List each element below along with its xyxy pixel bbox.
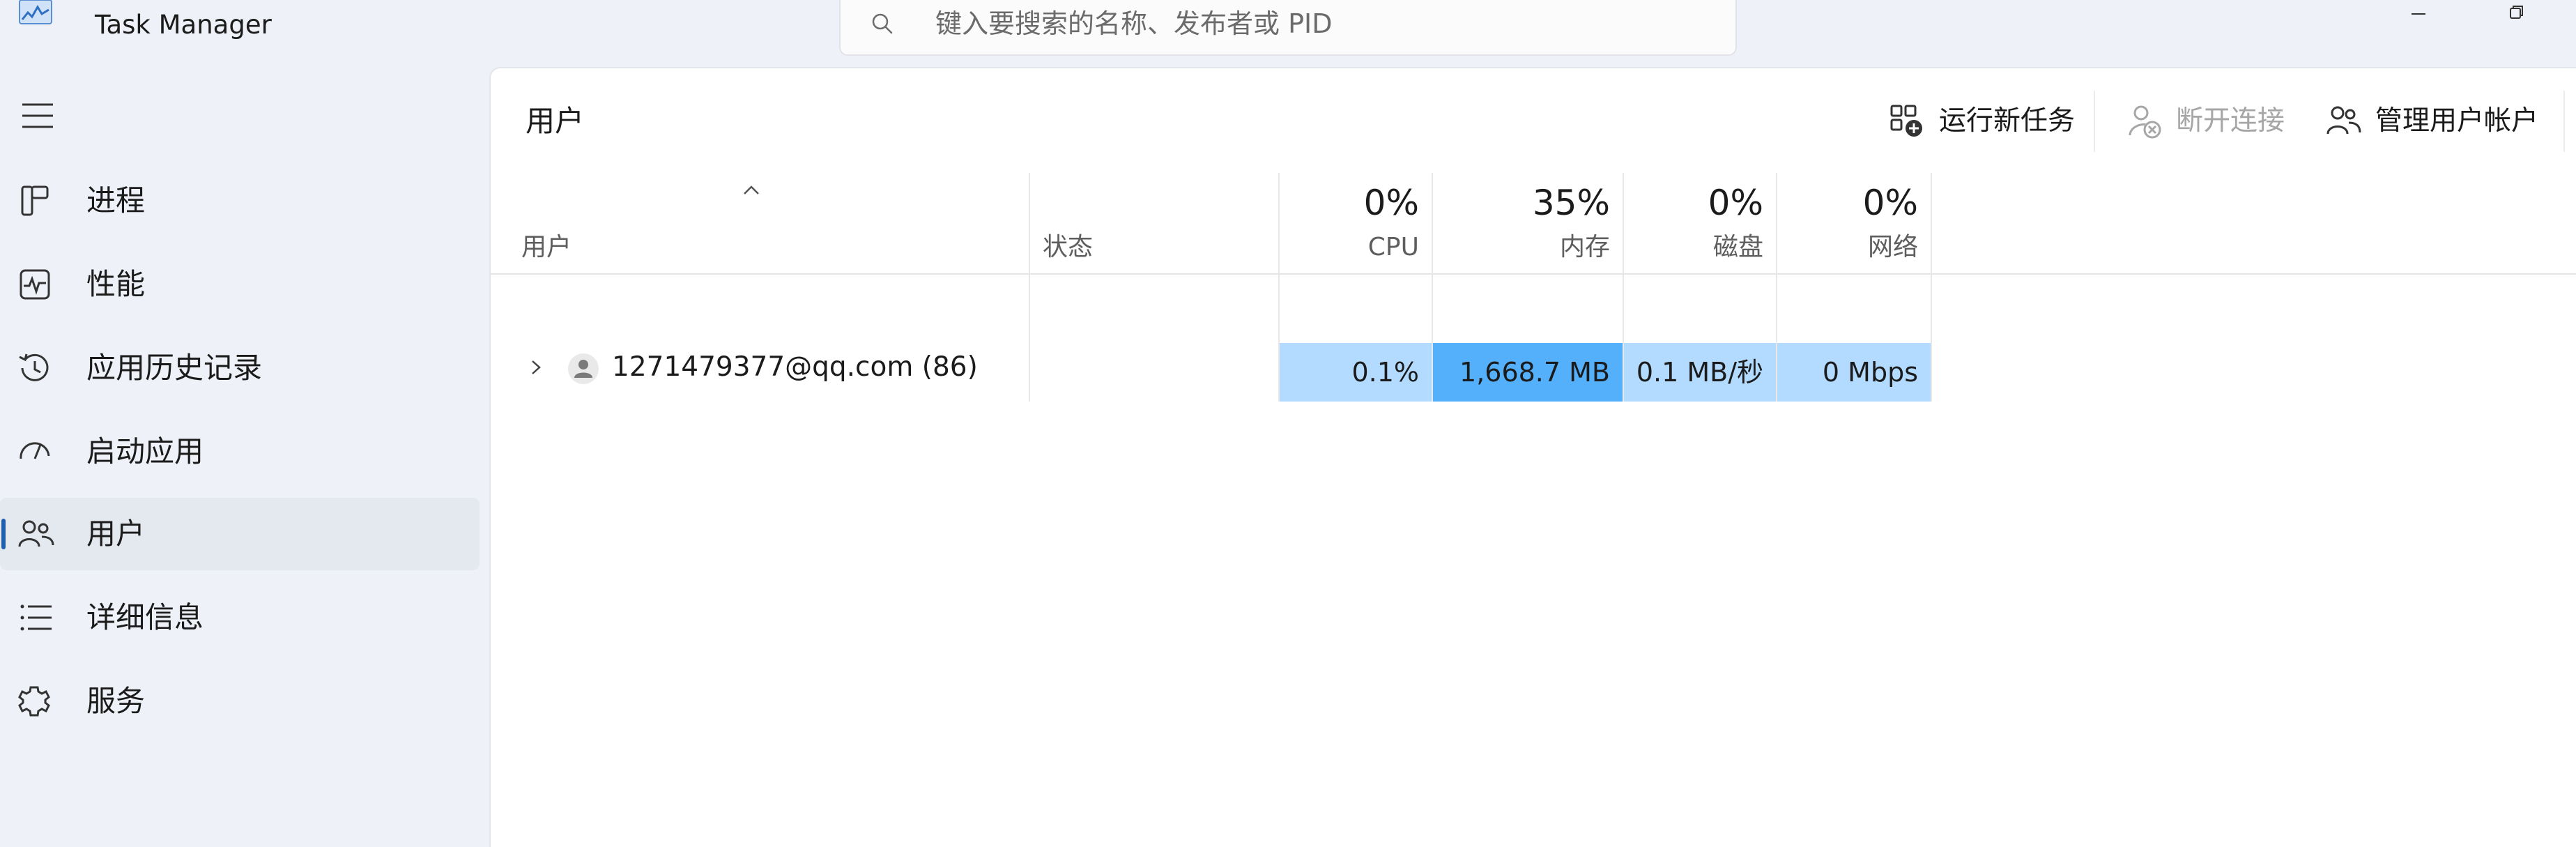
- sidebar-item-label: 详细信息: [86, 600, 204, 634]
- sort-ascending-icon[interactable]: [737, 180, 765, 201]
- run-new-task-label: 运行新任务: [1939, 105, 2076, 137]
- processes-icon: [21, 185, 49, 216]
- minimize-button[interactable]: [2398, 0, 2439, 28]
- sidebar-item-label: 启动应用: [86, 434, 204, 468]
- sidebar-item-label: 进程: [86, 183, 146, 218]
- memory-cell: 1,668.7 MB: [1433, 343, 1623, 402]
- disconnect-button[interactable]: 断开连接: [2126, 96, 2300, 146]
- disk-total-percent: 0%: [1708, 183, 1763, 223]
- network-cell: 0 Mbps: [1777, 343, 1931, 402]
- restore-button[interactable]: [2495, 0, 2537, 28]
- search-input[interactable]: [935, 4, 1702, 43]
- sidebar-item-label: 用户: [86, 517, 146, 551]
- sidebar-item-performance[interactable]: 性能: [0, 248, 480, 321]
- sidebar-item-label: 服务: [86, 684, 146, 718]
- main-panel: 用户 运行新任务 断开连接 管理用户帐户 用户 状态 0% CPU 35% 内存…: [489, 67, 2576, 847]
- column-header-disk[interactable]: 磁盘: [1624, 231, 1763, 264]
- app-title: Task Manager: [95, 10, 272, 40]
- users-icon: [18, 520, 54, 547]
- table-row[interactable]: 1271479377@qq.com (86) 0.1% 1,668.7 MB 0…: [491, 275, 2576, 402]
- toolbar-separator: [2563, 91, 2565, 152]
- network-total-percent: 0%: [1862, 183, 1918, 223]
- column-header-network[interactable]: 网络: [1777, 231, 1918, 264]
- sidebar-item-app-history[interactable]: 应用历史记录: [0, 332, 480, 404]
- sidebar-item-startup-apps[interactable]: 启动应用: [0, 415, 480, 488]
- column-header-status[interactable]: 状态: [1043, 231, 1093, 264]
- memory-total-percent: 35%: [1532, 183, 1610, 223]
- user-name: 1271479377@qq.com (86): [612, 351, 978, 383]
- sidebar-item-details[interactable]: 详细信息: [0, 581, 480, 654]
- sidebar-item-processes[interactable]: 进程: [0, 165, 480, 237]
- task-manager-app-icon: [19, 0, 52, 24]
- active-indicator: [1, 519, 6, 549]
- column-header-memory[interactable]: 内存: [1433, 231, 1610, 264]
- app-history-icon: [19, 353, 49, 381]
- search-icon: [872, 13, 893, 34]
- sidebar-item-services[interactable]: 服务: [0, 665, 480, 738]
- run-new-task-icon: [1890, 105, 1922, 137]
- disconnect-user-icon: [2129, 105, 2161, 139]
- cpu-cell: 0.1%: [1280, 343, 1432, 402]
- chevron-right-icon[interactable]: [526, 357, 546, 378]
- sidebar-item-label: 应用历史记录: [86, 351, 263, 385]
- performance-icon: [20, 269, 50, 300]
- cpu-total-percent: 0%: [1363, 183, 1419, 223]
- run-new-task-button[interactable]: 运行新任务: [1889, 96, 2075, 146]
- disconnect-label: 断开连接: [2176, 105, 2285, 137]
- search-box[interactable]: [839, 0, 1737, 56]
- disk-cell: 0.1 MB/秒: [1624, 343, 1776, 402]
- hamburger-icon[interactable]: [17, 100, 59, 131]
- column-header-cpu[interactable]: CPU: [1280, 231, 1419, 264]
- sidebar-item-users[interactable]: 用户: [0, 498, 480, 570]
- sidebar-item-label: 性能: [86, 267, 146, 301]
- manage-user-accounts-label: 管理用户帐户: [2375, 105, 2539, 137]
- column-header-user[interactable]: 用户: [521, 231, 572, 264]
- user-avatar-icon: [568, 353, 599, 384]
- page-title: 用户: [526, 104, 585, 138]
- manage-users-icon: [2326, 106, 2361, 135]
- toolbar-separator: [2094, 91, 2095, 152]
- manage-user-accounts-button[interactable]: 管理用户帐户: [2325, 96, 2555, 146]
- services-icon: [18, 686, 50, 717]
- startup-apps-icon: [20, 442, 50, 459]
- details-icon: [20, 604, 52, 631]
